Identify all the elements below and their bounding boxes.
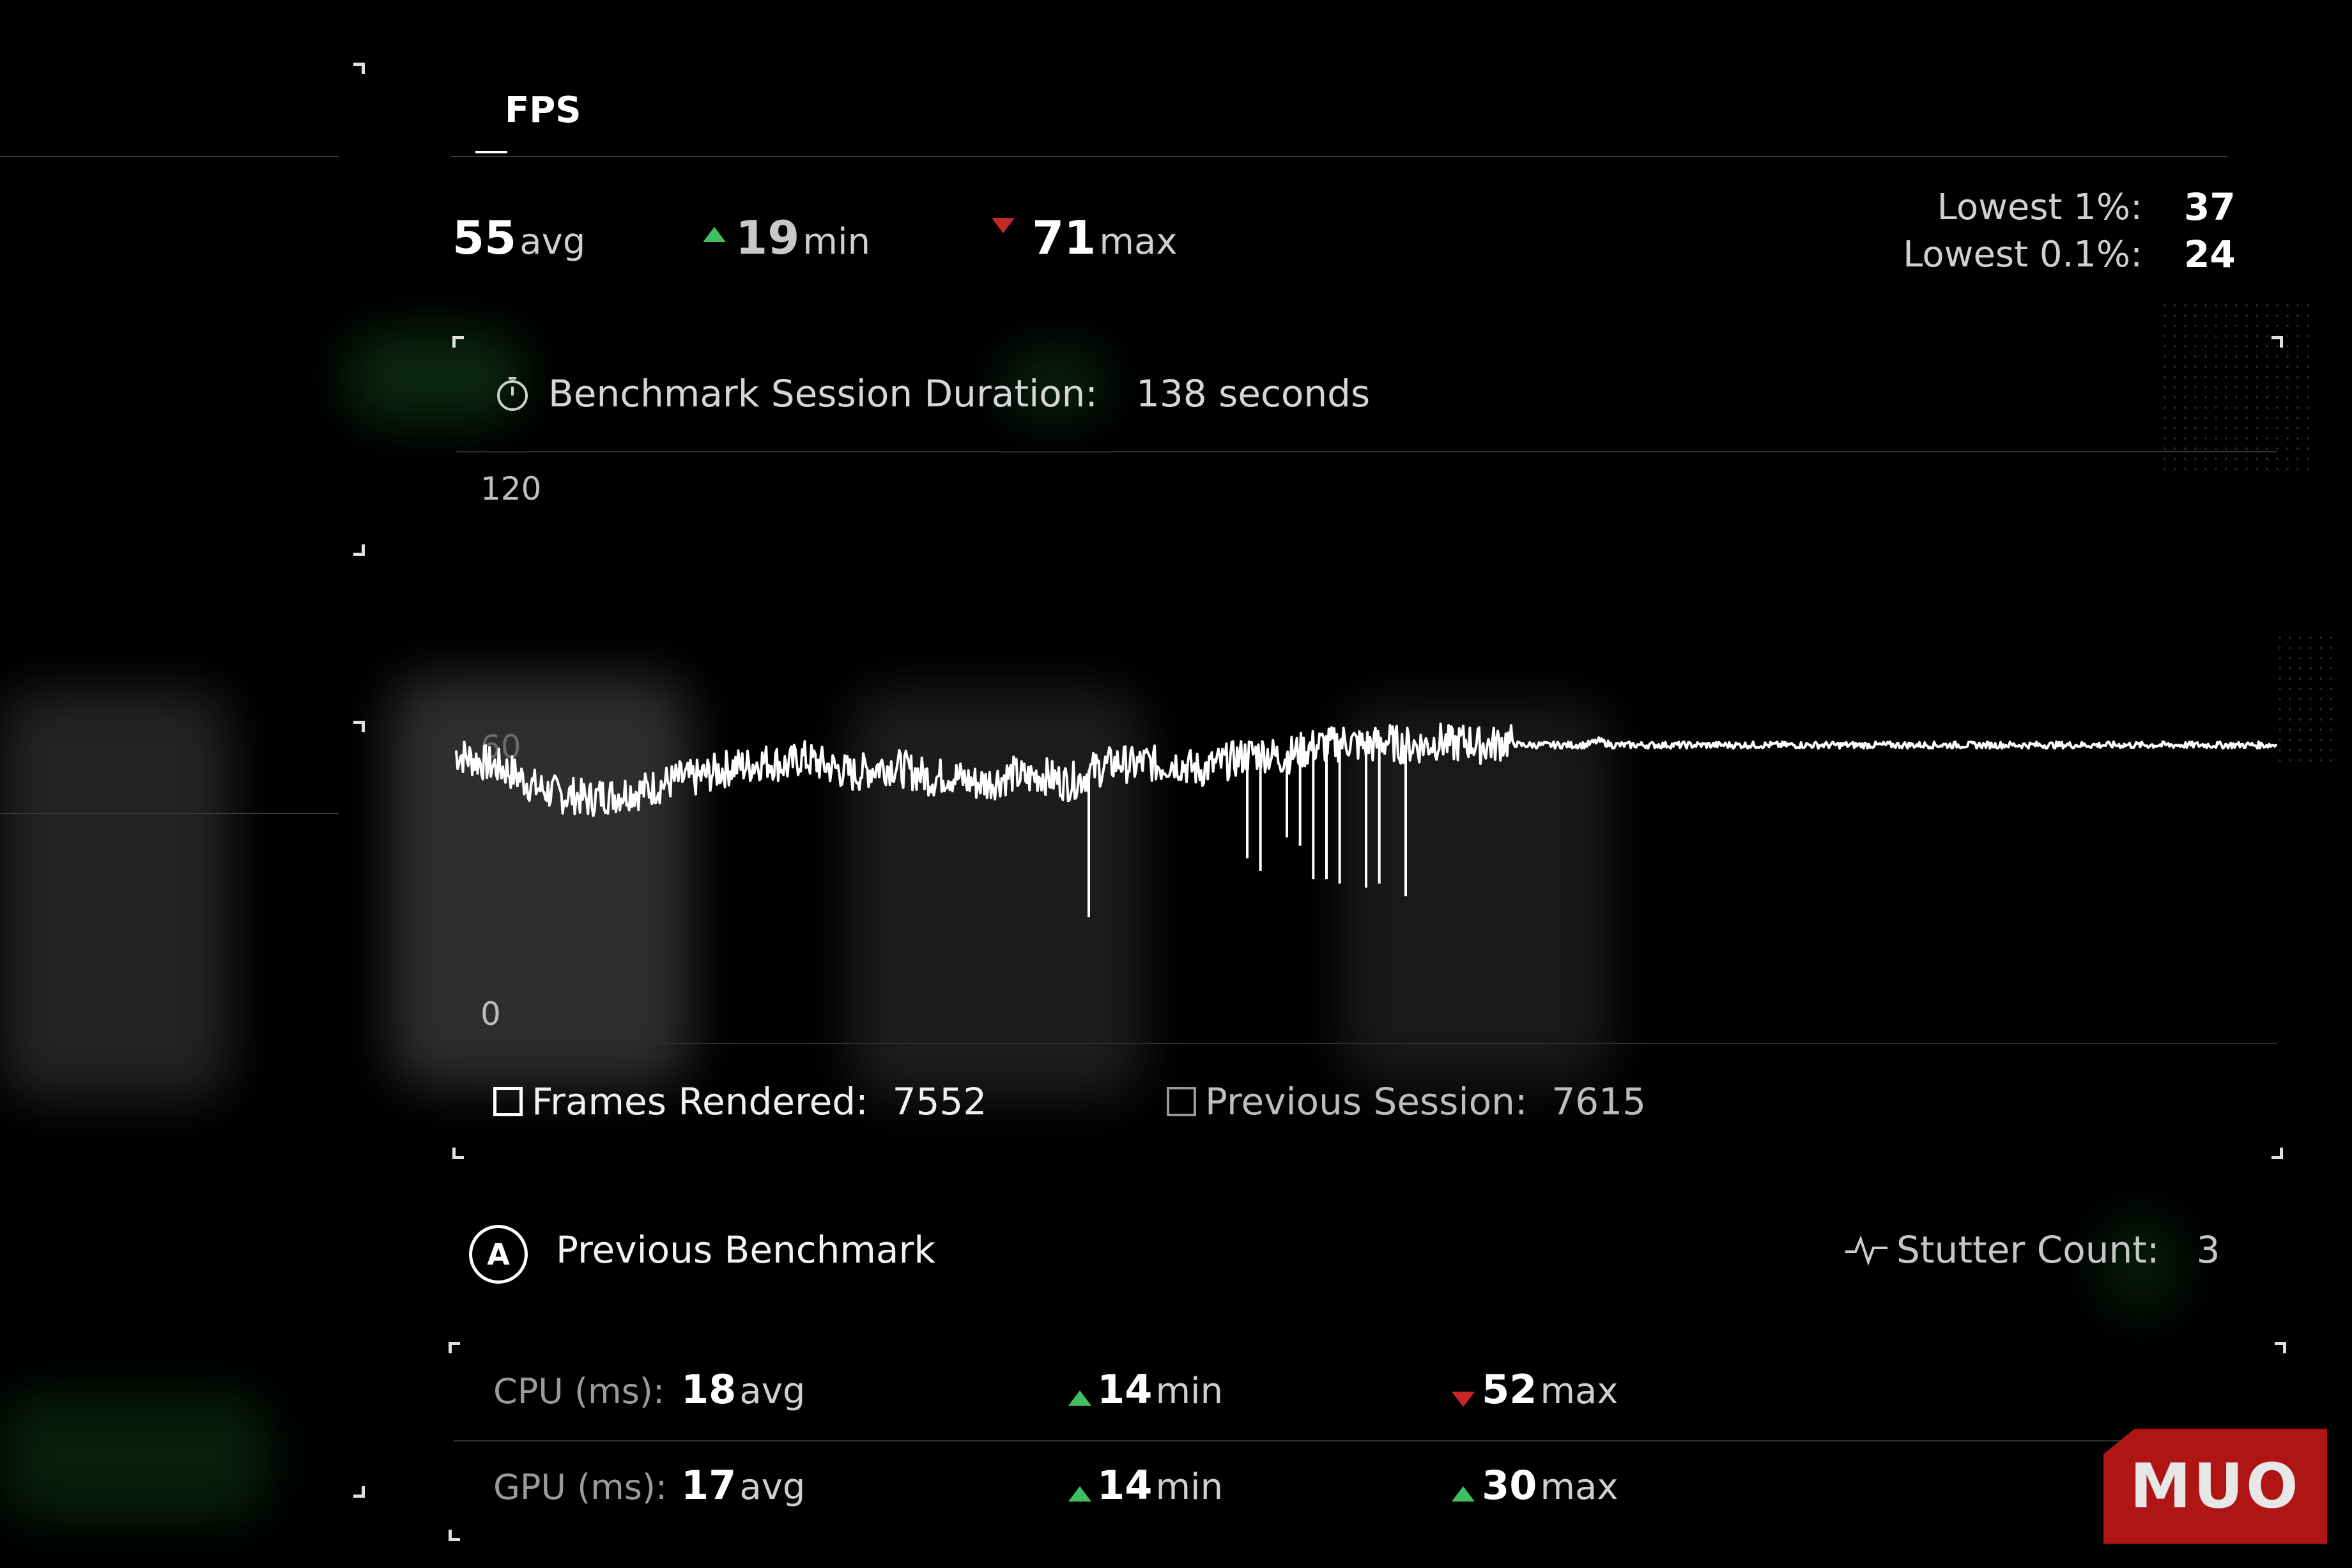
corner-bracket xyxy=(452,1148,464,1159)
corner-bracket xyxy=(353,1486,365,1498)
fps-line-chart xyxy=(455,722,2277,918)
gpu-label: GPU (ms): xyxy=(493,1467,668,1507)
background-blur xyxy=(0,690,230,1099)
gpu-max-value: 30 xyxy=(1482,1462,1537,1509)
fps-min-unit: min xyxy=(803,221,870,263)
a-button-icon[interactable]: A xyxy=(469,1225,528,1284)
gpu-min-value: 14 xyxy=(1097,1462,1153,1509)
previous-session: Previous Session: 7615 xyxy=(1167,1080,1646,1123)
cpu-max-unit: max xyxy=(1540,1371,1618,1412)
fps-avg: 55 avg xyxy=(452,211,585,265)
cpu-min-value: 14 xyxy=(1097,1366,1153,1413)
gpu-max-unit: max xyxy=(1540,1466,1618,1508)
duration-value: 138 seconds xyxy=(1135,372,1371,415)
lowest-1-value: 37 xyxy=(2184,185,2236,229)
corner-bracket xyxy=(2275,1342,2286,1353)
triangle-up-icon xyxy=(1068,1486,1091,1502)
previous-benchmark-button[interactable]: Previous Benchmark xyxy=(556,1228,935,1272)
fps-max-value: 71 xyxy=(1032,211,1096,265)
gpu-avg-value: 17 xyxy=(681,1462,737,1509)
corner-bracket xyxy=(353,721,365,732)
corner-bracket xyxy=(353,544,365,556)
stutter-count-value: 3 xyxy=(2196,1228,2220,1272)
previous-session-label: Previous Session: xyxy=(1205,1080,1528,1123)
left-panel-divider xyxy=(0,156,339,157)
duration-label: Benchmark Session Duration: xyxy=(548,372,1098,415)
cpu-max-value: 52 xyxy=(1482,1366,1537,1413)
previous-session-checkbox[interactable] xyxy=(1167,1087,1196,1116)
corner-bracket xyxy=(2271,336,2283,348)
cpu-avg-value: 18 xyxy=(681,1366,737,1413)
gpu-max: 30 max xyxy=(1452,1462,1618,1509)
gpu-min: 14 min xyxy=(1068,1462,1223,1509)
chart-bottom-divider xyxy=(456,1043,2277,1044)
gpu-min-unit: min xyxy=(1155,1466,1224,1508)
fps-avg-unit: avg xyxy=(519,221,586,263)
chart-top-divider xyxy=(456,451,2277,452)
cpu-min-unit: min xyxy=(1155,1371,1224,1412)
previous-session-value: 7615 xyxy=(1551,1080,1646,1123)
cpu-label: CPU (ms): xyxy=(493,1371,665,1411)
lowest-01-value: 24 xyxy=(2184,233,2236,276)
cpu-gpu-divider xyxy=(454,1440,2275,1441)
gpu-avg: 17 avg xyxy=(681,1462,805,1509)
muo-logo: MUO xyxy=(2103,1429,2327,1544)
header-divider xyxy=(451,156,2227,157)
corner-bracket xyxy=(2271,1148,2283,1159)
stutter-count: Stutter Count: 3 xyxy=(1844,1228,2220,1272)
lowest-1-label: Lowest 1%: xyxy=(1937,187,2142,228)
lowest-01-label: Lowest 0.1%: xyxy=(1903,234,2142,275)
frames-rendered: Frames Rendered: 7552 xyxy=(493,1080,987,1123)
triangle-up-icon xyxy=(1068,1390,1091,1406)
frames-rendered-label: Frames Rendered: xyxy=(532,1080,868,1123)
decorative-dots xyxy=(2160,300,2313,473)
tab-underline xyxy=(475,151,507,153)
fps-min: 19 min xyxy=(703,211,870,265)
decorative-dots xyxy=(2275,633,2339,767)
corner-bracket xyxy=(449,1342,460,1353)
corner-bracket xyxy=(449,1530,460,1541)
cpu-min: 14 min xyxy=(1068,1366,1223,1413)
left-panel-divider xyxy=(0,813,339,814)
fps-avg-value: 55 xyxy=(452,211,517,265)
triangle-up-icon xyxy=(703,227,726,242)
gpu-avg-unit: avg xyxy=(739,1466,806,1508)
cpu-avg-unit: avg xyxy=(739,1371,806,1412)
fps-min-value: 19 xyxy=(735,211,800,265)
fps-max-unit: max xyxy=(1099,221,1178,263)
fps-max: 71 max xyxy=(992,211,1177,265)
triangle-down-icon xyxy=(992,218,1015,233)
triangle-down-icon xyxy=(1452,1392,1475,1407)
frames-rendered-checkbox[interactable] xyxy=(493,1087,523,1116)
cpu-max: 52 max xyxy=(1452,1366,1618,1413)
frames-rendered-value: 7552 xyxy=(892,1080,987,1123)
session-duration: Benchmark Session Duration: 138 seconds xyxy=(493,372,1370,415)
corner-bracket xyxy=(452,336,464,348)
corner-bracket xyxy=(353,63,365,74)
triangle-up-icon xyxy=(1452,1486,1475,1502)
tab-fps[interactable]: FPS xyxy=(505,89,581,131)
stutter-count-label: Stutter Count: xyxy=(1896,1228,2160,1272)
pulse-icon xyxy=(1845,1235,1887,1266)
muo-logo-text: MUO xyxy=(2130,1450,2301,1522)
stopwatch-icon xyxy=(497,377,528,411)
background-blur xyxy=(0,1393,268,1521)
cpu-avg: 18 avg xyxy=(681,1366,805,1413)
